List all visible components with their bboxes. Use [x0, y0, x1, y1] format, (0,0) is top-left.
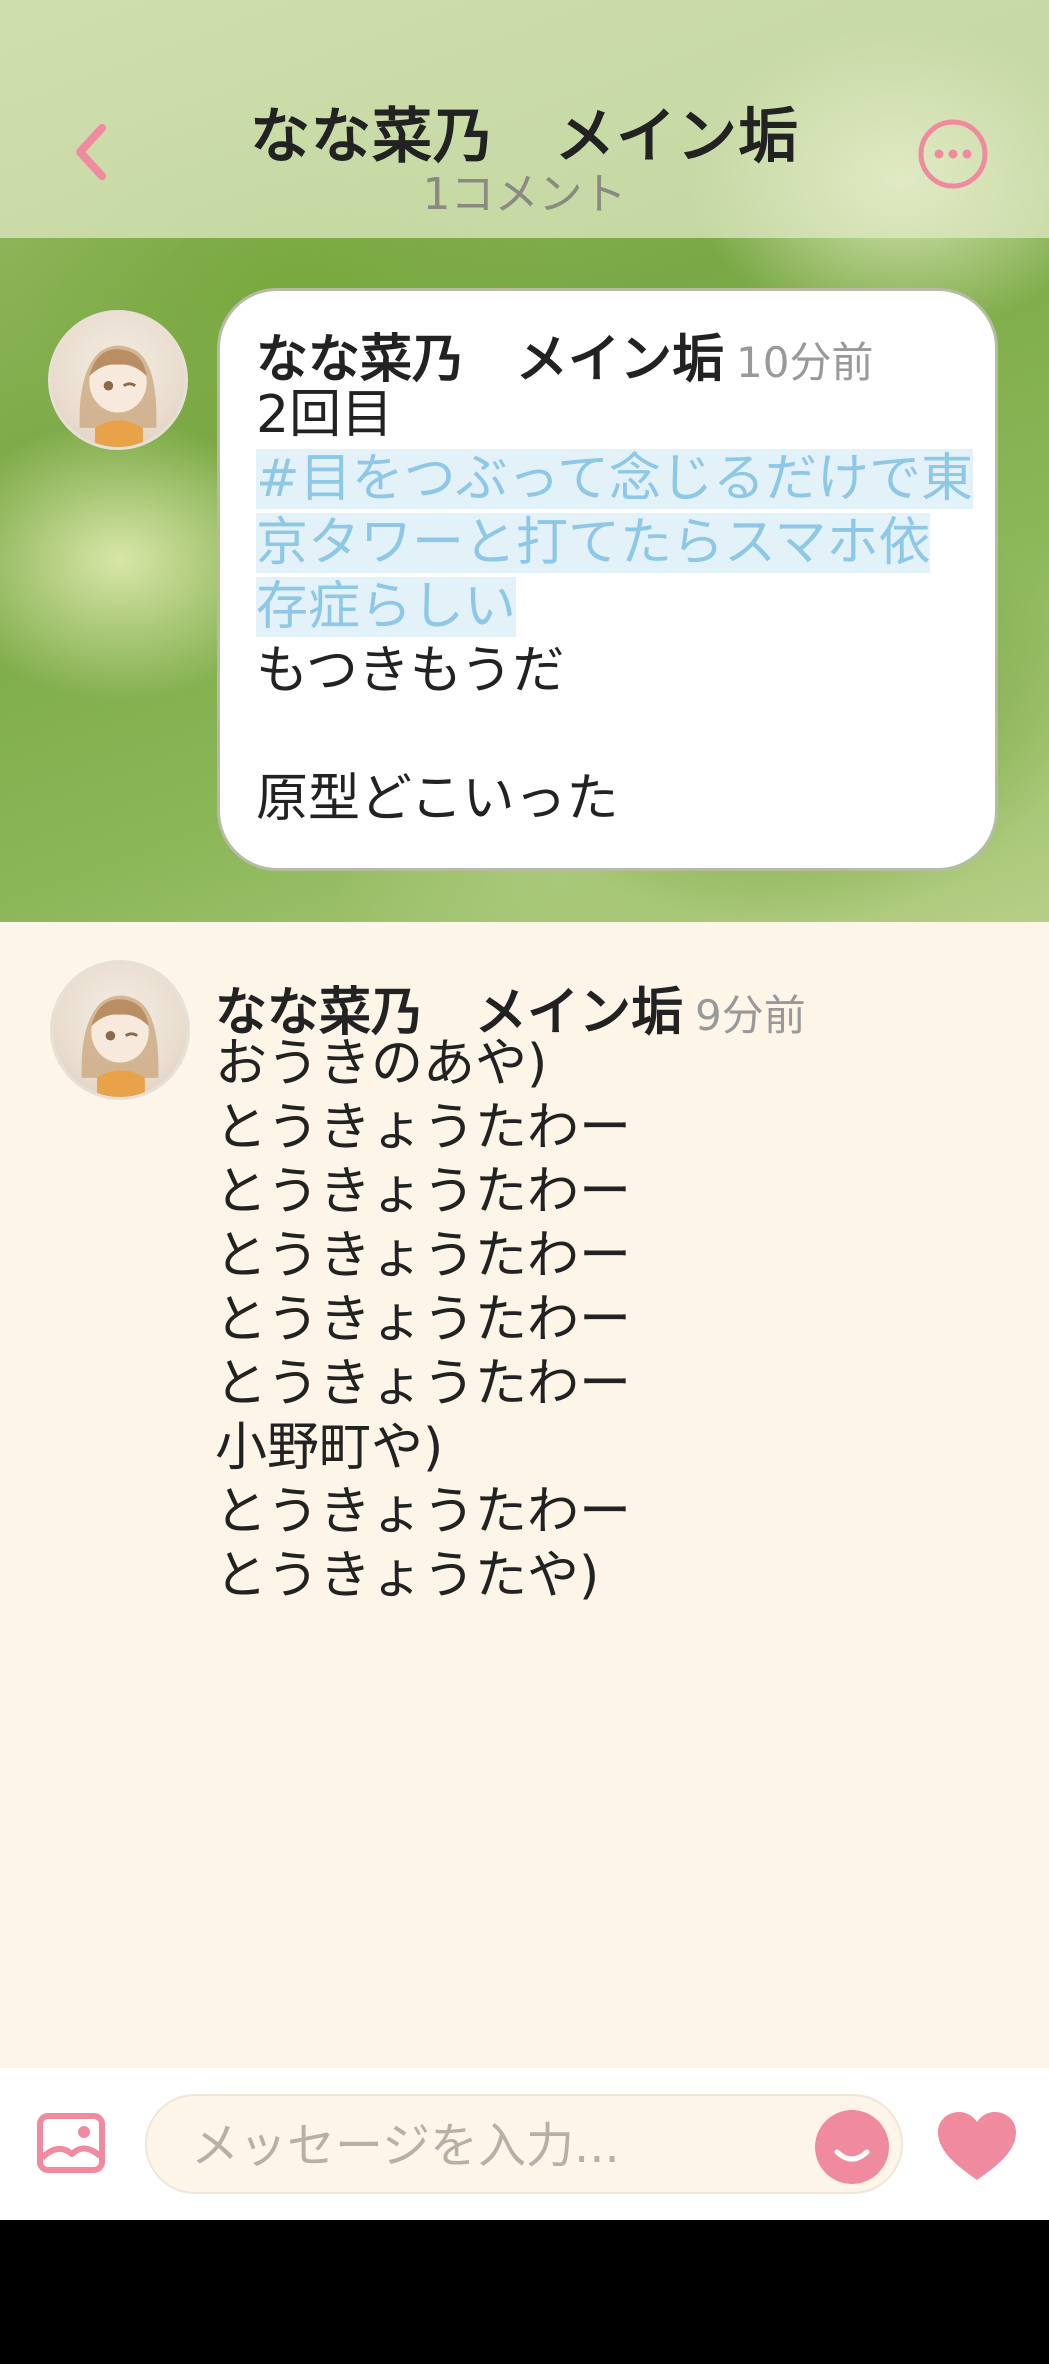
image-attach-button[interactable] — [36, 2112, 106, 2174]
post-time: 10分前 — [736, 338, 874, 387]
system-navigation-area — [0, 2220, 1049, 2364]
post-body: 2回目 #目をつぶって念じるだけで東京タワーと打てたらスマホ依存症らしい もつき… — [256, 383, 976, 831]
header: なな菜乃 メイン垢 1コメント — [0, 0, 1049, 238]
message-input[interactable] — [191, 2114, 751, 2178]
more-horizontal-icon — [918, 119, 988, 189]
comment-line: おうきのあや) — [215, 1034, 548, 1094]
heart-icon — [938, 2112, 1016, 2180]
comment-line: 小野町や) — [215, 1418, 444, 1478]
message-field-wrapper — [145, 2094, 903, 2194]
avatar-illustration — [81, 995, 159, 1097]
comment-author-avatar[interactable] — [50, 960, 190, 1100]
comment-line: とうきょうたわー — [215, 1354, 632, 1414]
comment-line: とうきょうたわー — [215, 1162, 632, 1222]
image-icon — [37, 2113, 105, 2173]
comment-line: とうきょうたわー — [215, 1482, 632, 1542]
comment-line: とうきょうたわー — [215, 1226, 632, 1286]
comment-count: 1コメント — [422, 169, 627, 220]
hashtag-link[interactable]: #目をつぶって念じるだけで東京タワーと打てたらスマホ依存症らしい — [256, 449, 973, 637]
emoji-smile-icon — [834, 2149, 870, 2162]
avatar-illustration — [79, 345, 157, 447]
post-line: もつきもうだ — [256, 641, 565, 701]
post-header: なな菜乃 メイン垢 10分前 — [256, 317, 873, 392]
comment-body: おうきのあや) とうきょうたわー とうきょうたわー とうきょうたわー とうきょう… — [215, 1032, 975, 1608]
comment-line: とうきょうたわー — [215, 1290, 632, 1350]
like-button[interactable] — [936, 2110, 1018, 2182]
comment-list: なな菜乃 メイン垢 9分前 おうきのあや) とうきょうたわー とうきょうたわー と… — [0, 922, 1049, 2068]
message-input-bar — [0, 2068, 1049, 2220]
post-author-name[interactable]: なな菜乃 メイン垢 — [256, 330, 724, 390]
post-author-avatar[interactable] — [48, 310, 188, 450]
more-button[interactable] — [917, 118, 989, 190]
emoji-button[interactable] — [815, 2110, 889, 2184]
comment-line: とうきょうたや) — [215, 1546, 600, 1606]
comment-line: とうきょうたわー — [215, 1098, 632, 1158]
post-line: 原型どこいった — [256, 769, 619, 829]
post-line: 2回目 — [256, 385, 394, 445]
post-bubble: なな菜乃 メイン垢 10分前 2回目 #目をつぶって念じるだけで東京タワーと打てた… — [217, 288, 998, 871]
